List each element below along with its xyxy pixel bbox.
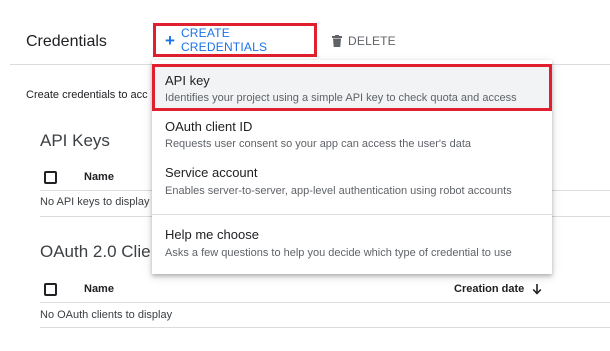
api-keys-empty-message: No API keys to display bbox=[40, 196, 150, 208]
oauth-empty-message: No OAuth clients to display bbox=[40, 309, 173, 321]
menu-item-service-account[interactable]: Service account Enables server-to-server… bbox=[152, 159, 552, 205]
delete-button[interactable]: DELETE bbox=[332, 34, 396, 48]
table-divider bbox=[40, 302, 610, 303]
api-keys-name-header[interactable]: Name bbox=[84, 171, 114, 183]
intro-text: Create credentials to acc bbox=[26, 89, 148, 101]
creation-date-header[interactable]: Creation date bbox=[454, 283, 542, 295]
trash-icon bbox=[332, 35, 342, 47]
api-keys-title: API Keys bbox=[40, 131, 110, 150]
menu-item-description: Enables server-to-server, app-level auth… bbox=[165, 185, 512, 197]
menu-item-description: Requests user consent so your app can ac… bbox=[165, 138, 471, 150]
create-credentials-button[interactable]: + CREATE CREDENTIALS bbox=[153, 23, 317, 57]
plus-icon: + bbox=[165, 30, 175, 50]
oauth-clients-title: OAuth 2.0 Clie bbox=[40, 242, 151, 261]
create-credentials-menu: API key Identifies your project using a … bbox=[152, 60, 552, 274]
table-divider bbox=[40, 327, 610, 328]
delete-label: DELETE bbox=[348, 34, 396, 48]
menu-item-title: OAuth client ID bbox=[165, 119, 253, 134]
menu-item-title: Help me choose bbox=[165, 227, 259, 242]
create-credentials-label: CREATE CREDENTIALS bbox=[180, 26, 268, 54]
menu-item-title: API key bbox=[165, 73, 210, 88]
menu-item-description: Asks a few questions to help you decide … bbox=[165, 247, 512, 259]
page-title: Credentials bbox=[26, 33, 107, 50]
api-keys-select-all-checkbox[interactable] bbox=[44, 171, 57, 184]
menu-item-api-key[interactable]: API key Identifies your project using a … bbox=[152, 64, 552, 111]
creation-date-label: Creation date bbox=[454, 283, 525, 295]
menu-item-oauth-client-id[interactable]: OAuth client ID Requests user consent so… bbox=[152, 113, 552, 157]
oauth-select-all-checkbox[interactable] bbox=[44, 283, 57, 296]
menu-item-title: Service account bbox=[165, 165, 258, 180]
menu-item-help-me-choose[interactable]: Help me choose Asks a few questions to h… bbox=[152, 220, 552, 266]
arrow-down-icon bbox=[532, 284, 542, 295]
menu-divider bbox=[152, 214, 552, 215]
menu-item-description: Identifies your project using a simple A… bbox=[165, 92, 517, 104]
oauth-name-header[interactable]: Name bbox=[84, 283, 114, 295]
